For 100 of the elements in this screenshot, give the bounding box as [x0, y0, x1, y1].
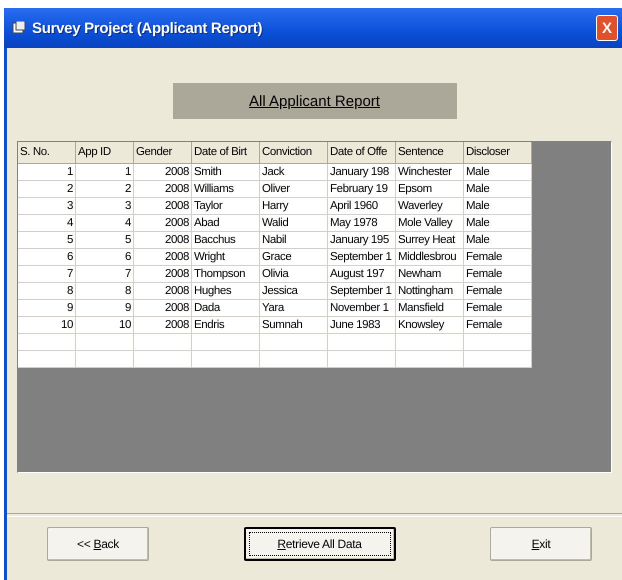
table-cell: [18, 334, 76, 351]
table-cell: 1: [18, 164, 76, 181]
close-button[interactable]: X: [596, 15, 618, 41]
exit-button[interactable]: Exit: [490, 527, 592, 561]
table-cell: Harry: [260, 198, 328, 215]
table-cell: 4: [18, 215, 76, 232]
table-cell: January 198: [328, 164, 396, 181]
back-button[interactable]: << Back: [47, 527, 149, 561]
table-cell: Smith: [192, 164, 260, 181]
table-cell: 1: [76, 164, 134, 181]
table-cell: 2008: [134, 232, 192, 249]
table-cell: [76, 351, 134, 368]
table-cell: [18, 351, 76, 368]
table-cell: February 19: [328, 181, 396, 198]
table-cell: Thompson: [192, 266, 260, 283]
table-cell: Male: [464, 181, 532, 198]
table-cell: 2: [18, 181, 76, 198]
table-cell: [192, 334, 260, 351]
table-cell: August 197: [328, 266, 396, 283]
table-cell: Male: [464, 215, 532, 232]
table-cell: [328, 334, 396, 351]
table-cell: 9: [76, 300, 134, 317]
table-cell: Female: [464, 283, 532, 300]
table-cell: Male: [464, 164, 532, 181]
table-cell: Olivia: [260, 266, 328, 283]
table-cell: [396, 351, 464, 368]
table-cell: 6: [18, 249, 76, 266]
table-cell: Oliver: [260, 181, 328, 198]
column-header[interactable]: App ID: [76, 142, 134, 164]
table-cell: 9: [18, 300, 76, 317]
table-cell: June 1983: [328, 317, 396, 334]
table-cell: Nabil: [260, 232, 328, 249]
table-cell: 5: [18, 232, 76, 249]
table-cell: Nottingham: [396, 283, 464, 300]
column-header[interactable]: Discloser: [464, 142, 532, 164]
column-header[interactable]: Conviction: [260, 142, 328, 164]
table-cell: Mole Valley: [396, 215, 464, 232]
table-cell: Dada: [192, 300, 260, 317]
table-cell: 2008: [134, 215, 192, 232]
table-cell: January 195: [328, 232, 396, 249]
column-header[interactable]: Gender: [134, 142, 192, 164]
table-cell: 2008: [134, 266, 192, 283]
table-cell: Male: [464, 232, 532, 249]
table-cell: [464, 334, 532, 351]
table-cell: [134, 351, 192, 368]
column-header[interactable]: Sentence: [396, 142, 464, 164]
table-cell: Yara: [260, 300, 328, 317]
table-cell: Knowsley: [396, 317, 464, 334]
report-heading: All Applicant Report: [249, 92, 380, 110]
table-cell: Male: [464, 198, 532, 215]
table-cell: Female: [464, 249, 532, 266]
table-cell: May 1978: [328, 215, 396, 232]
column-header[interactable]: Date of Birt: [192, 142, 260, 164]
table-cell: Bacchus: [192, 232, 260, 249]
table-cell: Waverley: [396, 198, 464, 215]
table-cell: Female: [464, 300, 532, 317]
table-cell: 10: [18, 317, 76, 334]
table-cell: Abad: [192, 215, 260, 232]
table-cell: 10: [76, 317, 134, 334]
table-cell: [260, 334, 328, 351]
table-cell: 7: [76, 266, 134, 283]
table-cell: Jessica: [260, 283, 328, 300]
column-header[interactable]: Date of Offe: [328, 142, 396, 164]
window-title: Survey Project (Applicant Report): [32, 20, 264, 36]
table-cell: Female: [464, 266, 532, 283]
table-cell: Hughes: [192, 283, 260, 300]
table-cell: Williams: [192, 181, 260, 198]
retrieve-button[interactable]: Retrieve All Data: [244, 527, 396, 561]
table-cell: 5: [76, 232, 134, 249]
table-cell: 2008: [134, 181, 192, 198]
table-cell: [396, 334, 464, 351]
table-cell: Epsom: [396, 181, 464, 198]
app-icon: [12, 21, 26, 35]
table-cell: Taylor: [192, 198, 260, 215]
table-cell: 3: [76, 198, 134, 215]
table-cell: [76, 334, 134, 351]
table-cell: [260, 351, 328, 368]
table-cell: Mansfield: [396, 300, 464, 317]
table-cell: 7: [18, 266, 76, 283]
table-cell: 8: [76, 283, 134, 300]
table-cell: Wright: [192, 249, 260, 266]
table-cell: 2008: [134, 300, 192, 317]
column-header[interactable]: S. No.: [18, 142, 76, 164]
table-cell: 4: [76, 215, 134, 232]
table-cell: Surrey Heat: [396, 232, 464, 249]
table-cell: 6: [76, 249, 134, 266]
table-cell: 2: [76, 181, 134, 198]
table-cell: Endris: [192, 317, 260, 334]
table-cell: Sumnah: [260, 317, 328, 334]
table-cell: [464, 351, 532, 368]
table-cell: April 1960: [328, 198, 396, 215]
table-cell: [328, 351, 396, 368]
table-cell: [134, 334, 192, 351]
table-cell: September 1: [328, 249, 396, 266]
table-cell: September 1: [328, 283, 396, 300]
table-cell: Walid: [260, 215, 328, 232]
table-cell: 2008: [134, 164, 192, 181]
table-cell: Middlesbrou: [396, 249, 464, 266]
table-cell: 2008: [134, 249, 192, 266]
table-cell: Female: [464, 317, 532, 334]
